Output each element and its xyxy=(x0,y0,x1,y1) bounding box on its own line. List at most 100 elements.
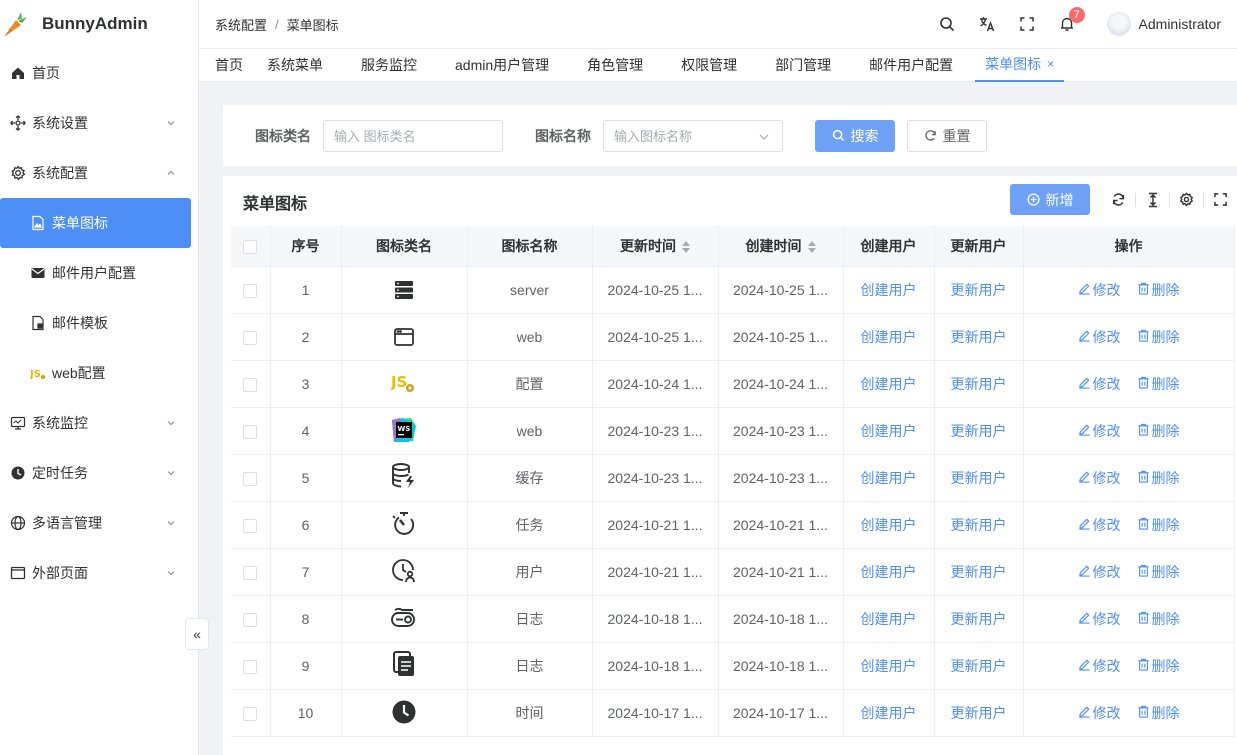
row-checkbox[interactable] xyxy=(243,424,258,439)
table-card: 菜单图标 新增 序号 图标类名 图标名称 更新时间 创建时间 创建用户 更新用户… xyxy=(223,176,1237,755)
table-fullscreen-button[interactable] xyxy=(1204,185,1237,215)
search-button[interactable]: 搜索 xyxy=(815,119,895,152)
delete-button[interactable]: 删除 xyxy=(1137,280,1180,300)
tab-role[interactable]: 角色管理 xyxy=(571,49,665,82)
updater-link[interactable]: 更新用户 xyxy=(951,329,1007,345)
sort-icon[interactable] xyxy=(807,241,816,254)
tab-mail-user-config[interactable]: 邮件用户配置 xyxy=(853,49,975,82)
creator-link[interactable]: 创建用户 xyxy=(861,705,917,721)
row-checkbox[interactable] xyxy=(243,565,258,580)
tab-menu-icons[interactable]: 菜单图标 × xyxy=(975,49,1065,82)
edit-button[interactable]: 修改 xyxy=(1078,468,1121,488)
updater-link[interactable]: 更新用户 xyxy=(951,611,1007,627)
avatar[interactable] xyxy=(1106,12,1131,36)
edit-button[interactable]: 修改 xyxy=(1078,515,1121,535)
row-checkbox[interactable] xyxy=(243,283,258,298)
density-button[interactable] xyxy=(1136,185,1169,215)
close-icon[interactable]: × xyxy=(1047,57,1054,71)
creator-link[interactable]: 创建用户 xyxy=(861,329,917,345)
icon-class-input[interactable]: 输入 图标类名 xyxy=(323,119,503,152)
row-checkbox[interactable] xyxy=(243,377,258,392)
column-header-sortable[interactable]: 更新时间 xyxy=(592,226,719,267)
delete-button[interactable]: 删除 xyxy=(1137,421,1180,441)
row-checkbox[interactable] xyxy=(243,612,258,627)
edit-button[interactable]: 修改 xyxy=(1078,656,1121,676)
tab-home[interactable]: 首页 xyxy=(199,49,253,82)
edit-button[interactable]: 修改 xyxy=(1078,327,1121,347)
sort-icon[interactable] xyxy=(682,241,690,254)
sidebar-item-system-config[interactable]: 系统配置 xyxy=(0,148,198,198)
column-header-sortable[interactable]: 创建时间 xyxy=(718,226,844,267)
row-checkbox[interactable] xyxy=(243,471,258,486)
sidebar-item-mail-user-config[interactable]: 邮件用户配置 xyxy=(0,248,198,298)
edit-button[interactable]: 修改 xyxy=(1078,280,1121,300)
edit-button[interactable]: 修改 xyxy=(1078,609,1121,629)
edit-button[interactable]: 修改 xyxy=(1078,562,1121,582)
creator-link[interactable]: 创建用户 xyxy=(861,282,917,298)
refresh-table-button[interactable] xyxy=(1102,185,1135,215)
row-checkbox[interactable] xyxy=(243,659,258,674)
sidebar-item-menu-icons[interactable]: 菜单图标 xyxy=(0,198,191,248)
delete-button[interactable]: 删除 xyxy=(1137,562,1180,582)
delete-button[interactable]: 删除 xyxy=(1137,609,1180,629)
sidebar-item-scheduled-tasks[interactable]: 定时任务 xyxy=(0,448,198,498)
creator-link[interactable]: 创建用户 xyxy=(861,423,917,439)
updater-link[interactable]: 更新用户 xyxy=(951,423,1007,439)
collapse-sidebar-button[interactable]: « xyxy=(185,618,209,650)
creator-link[interactable]: 创建用户 xyxy=(861,517,917,533)
icon-name-select[interactable]: 输入图标名称 xyxy=(603,119,783,152)
delete-button[interactable]: 删除 xyxy=(1137,515,1180,535)
creator-link[interactable]: 创建用户 xyxy=(861,564,917,580)
updater-link[interactable]: 更新用户 xyxy=(951,470,1007,486)
tab-admin-user[interactable]: admin用户管理 xyxy=(439,49,571,82)
translate-icon xyxy=(979,17,994,32)
edit-button[interactable]: 修改 xyxy=(1078,421,1121,441)
sidebar-item-home[interactable]: 首页 xyxy=(0,48,198,98)
delete-button[interactable]: 删除 xyxy=(1137,468,1180,488)
breadcrumb-item[interactable]: 系统配置 xyxy=(215,15,267,34)
username[interactable]: Administrator xyxy=(1139,16,1221,32)
creator-link[interactable]: 创建用户 xyxy=(861,658,917,674)
sidebar-item-system-monitor[interactable]: 系统监控 xyxy=(0,398,198,448)
logo[interactable]: BunnyAdmin xyxy=(0,0,198,48)
reset-button[interactable]: 重置 xyxy=(907,119,987,152)
sidebar-item-external-pages[interactable]: 外部页面 xyxy=(0,548,198,598)
updater-link[interactable]: 更新用户 xyxy=(951,658,1007,674)
select-all-checkbox[interactable] xyxy=(243,239,258,254)
notifications-button[interactable]: 7 xyxy=(1047,0,1087,48)
updater-link[interactable]: 更新用户 xyxy=(951,517,1007,533)
tab-label: 部门管理 xyxy=(775,57,832,73)
row-index: 3 xyxy=(270,360,342,408)
creator-link[interactable]: 创建用户 xyxy=(861,470,917,486)
edit-button[interactable]: 修改 xyxy=(1078,703,1121,723)
creator-link[interactable]: 创建用户 xyxy=(861,611,917,627)
updater-link[interactable]: 更新用户 xyxy=(951,282,1007,298)
row-checkbox[interactable] xyxy=(243,518,258,533)
delete-button[interactable]: 删除 xyxy=(1137,374,1180,394)
edit-button[interactable]: 修改 xyxy=(1078,374,1121,394)
delete-button[interactable]: 删除 xyxy=(1137,703,1180,723)
search-button[interactable] xyxy=(927,0,967,48)
sidebar-item-system-settings[interactable]: 系统设置 xyxy=(0,98,198,148)
language-button[interactable] xyxy=(967,0,1007,48)
column-settings-button[interactable] xyxy=(1170,185,1203,215)
sidebar-item-i18n[interactable]: 多语言管理 xyxy=(0,498,198,548)
add-button[interactable]: 新增 xyxy=(1010,184,1090,215)
updater-link[interactable]: 更新用户 xyxy=(951,564,1007,580)
updater-link[interactable]: 更新用户 xyxy=(951,376,1007,392)
delete-button[interactable]: 删除 xyxy=(1137,327,1180,347)
tab-department[interactable]: 部门管理 xyxy=(759,49,853,82)
tab-service-monitor[interactable]: 服务监控 xyxy=(345,49,439,82)
sidebar-item-web-config[interactable]: JS web配置 xyxy=(0,348,198,398)
delete-button[interactable]: 删除 xyxy=(1137,656,1180,676)
tab-system-menu[interactable]: 系统菜单 xyxy=(253,49,345,82)
row-checkbox[interactable] xyxy=(243,706,258,721)
creator-link[interactable]: 创建用户 xyxy=(861,376,917,392)
row-checkbox[interactable] xyxy=(243,330,258,345)
sidebar-item-mail-template[interactable]: 邮件模板 xyxy=(0,298,198,348)
tab-permission[interactable]: 权限管理 xyxy=(665,49,759,82)
updater-link[interactable]: 更新用户 xyxy=(951,705,1007,721)
fullscreen-button[interactable] xyxy=(1007,0,1047,48)
row-index: 8 xyxy=(270,595,342,643)
refresh-icon xyxy=(1113,193,1124,206)
